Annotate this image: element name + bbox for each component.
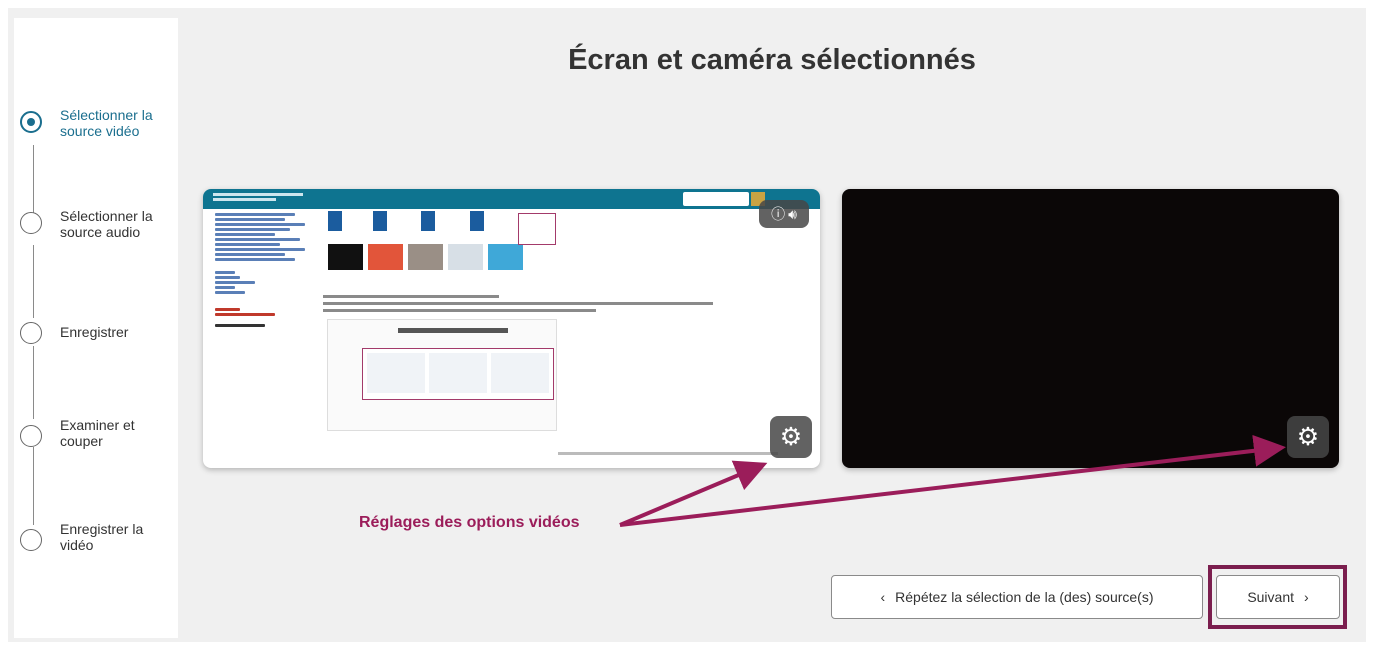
step-radio-active-icon <box>20 111 42 133</box>
screen-capture-dialog <box>327 319 557 431</box>
step-connector <box>33 245 34 318</box>
step-radio-icon <box>20 425 42 447</box>
screen-capture-text <box>323 295 713 316</box>
step-radio-icon <box>20 212 42 234</box>
step-label: Enregistrer la vidéo <box>60 521 144 553</box>
screen-capture-dropdown <box>518 213 556 245</box>
camera-video-settings-button[interactable]: ⚙ <box>1287 416 1329 458</box>
preview-info-button[interactable]: ⓘ 🔊︎ <box>759 200 809 228</box>
page-title: Écran et caméra sélectionnés <box>568 44 976 76</box>
screen-capture-header <box>203 189 820 209</box>
step-connector <box>33 346 34 419</box>
annotation-label: Réglages des options vidéos <box>359 514 580 531</box>
screen-capture-footer <box>558 452 778 455</box>
step-label: Sélectionner la source audio <box>60 208 153 240</box>
camera-preview: ⚙ <box>842 189 1339 468</box>
info-icon: ⓘ <box>771 206 786 222</box>
speaker-icon: 🔊︎ <box>788 205 797 222</box>
screen-capture-thumbnails <box>328 244 523 270</box>
step-label: Sélectionner la source vidéo <box>60 107 153 139</box>
step-connector <box>33 145 34 213</box>
step-connector <box>33 447 34 525</box>
gear-icon: ⚙ <box>1296 423 1320 451</box>
next-button-label: Suivant <box>1247 589 1295 605</box>
step-record[interactable]: Enregistrer <box>20 318 170 344</box>
gear-icon: ⚙ <box>779 423 803 451</box>
screen-capture-sidebar <box>215 213 315 329</box>
step-radio-icon <box>20 529 42 551</box>
step-select-video-source[interactable]: Sélectionner la source vidéo <box>20 107 170 139</box>
next-button[interactable]: Suivant › <box>1216 575 1340 619</box>
step-save-video[interactable]: Enregistrer la vidéo <box>20 521 170 553</box>
chevron-left-icon: ‹ <box>880 589 886 605</box>
screen-video-settings-button[interactable]: ⚙ <box>770 416 812 458</box>
back-button-label: Répétez la sélection de la (des) source(… <box>895 589 1154 605</box>
step-review-trim[interactable]: Examiner et couper <box>20 417 170 449</box>
screen-preview: ⓘ 🔊︎ ⚙ <box>203 189 820 468</box>
repeat-source-selection-button[interactable]: ‹ Répétez la sélection de la (des) sourc… <box>831 575 1203 619</box>
step-radio-icon <box>20 322 42 344</box>
step-label: Enregistrer <box>60 324 129 340</box>
chevron-right-icon: › <box>1304 589 1309 605</box>
step-select-audio-source[interactable]: Sélectionner la source audio <box>20 208 170 240</box>
step-label: Examiner et couper <box>60 417 135 449</box>
